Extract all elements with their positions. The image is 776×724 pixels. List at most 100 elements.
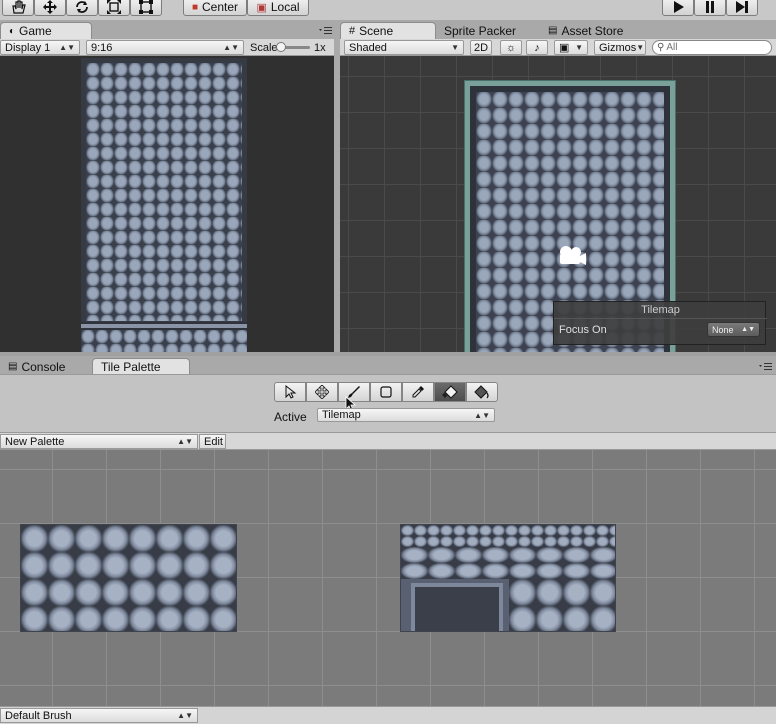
fill-button[interactable]: [466, 382, 498, 402]
scene-tabstrip: # Scene Sprite Packer ▤ Asset Store: [340, 20, 776, 39]
scene-toolbar: Shaded ▼ 2D ☼ ♪ ▣ ▼ Gizmos ▼ ⚲: [340, 39, 776, 56]
toggle-2d-button[interactable]: 2D: [470, 40, 492, 55]
scale-icon: [107, 0, 121, 14]
box-fill-button[interactable]: [370, 382, 402, 402]
picker-button[interactable]: [402, 382, 434, 402]
tab-scene[interactable]: # Scene: [340, 22, 436, 39]
palette-grid[interactable]: [0, 450, 776, 706]
active-tilemap-value: Tilemap: [322, 409, 361, 421]
active-tilemap-dropdown[interactable]: Tilemap ▲▼: [317, 408, 495, 422]
tab-tile-palette-label: Tile Palette: [101, 360, 161, 374]
sun-icon: ☼: [505, 41, 517, 54]
shading-dropdown[interactable]: Shaded ▼: [344, 40, 464, 55]
wall-corner-tile: [411, 583, 503, 631]
pause-icon: [706, 1, 714, 13]
effects-dropdown[interactable]: ▣ ▼: [554, 40, 588, 55]
tile-palette-toolbar: Active Tilemap ▲▼: [0, 374, 776, 432]
dropdown-arrow-icon: ▼: [451, 43, 459, 52]
rotate-tool-button[interactable]: [66, 0, 98, 16]
brush-dropdown[interactable]: Default Brush ▲▼: [0, 708, 198, 723]
space-label: Local: [270, 0, 300, 14]
overlay-divider: [554, 318, 767, 319]
scale-slider[interactable]: [276, 42, 310, 52]
lighting-toggle[interactable]: ☼: [500, 40, 522, 55]
scale-value: 1x: [314, 42, 326, 54]
step-button[interactable]: [726, 0, 758, 16]
edit-palette-button[interactable]: Edit: [199, 434, 226, 449]
move-selection-button[interactable]: [306, 382, 338, 402]
select-tool-button[interactable]: [274, 382, 306, 402]
gizmos-dropdown[interactable]: Gizmos ▼: [594, 40, 646, 55]
updown-arrow-icon: ▲▼: [741, 326, 755, 333]
audio-toggle[interactable]: ♪: [526, 40, 548, 55]
move-tool-icon: [315, 385, 329, 399]
brush-name: Default Brush: [5, 709, 72, 722]
game-tabstrip: ◐ Game: [0, 20, 336, 39]
tab-asset-store-label: Asset Store: [561, 23, 624, 38]
aspect-dropdown[interactable]: 9:16 ▲▼: [86, 40, 244, 55]
tab-sprite-packer-label: Sprite Packer: [444, 23, 517, 38]
shading-value: Shaded: [349, 41, 387, 54]
scale-slider-thumb[interactable]: [276, 42, 286, 52]
tab-game[interactable]: ◐ Game: [0, 22, 92, 39]
dropdown-arrow-icon: ▼: [636, 43, 645, 52]
play-button[interactable]: [662, 0, 694, 16]
camera-gizmo-icon[interactable]: [556, 244, 588, 271]
pivot-local-button[interactable]: ▣ Local: [247, 0, 309, 16]
panel-menu-icon[interactable]: [318, 25, 332, 38]
tab-console[interactable]: ▤ Console: [0, 358, 90, 375]
wall-middle-row: [401, 547, 615, 579]
game-icon: ◐: [9, 25, 16, 37]
step-icon: [736, 1, 748, 13]
game-floor-tiles: [81, 58, 247, 326]
main-toolbar: ■ Center ▣ Local: [0, 0, 776, 20]
active-label: Active: [274, 410, 307, 424]
game-view[interactable]: [0, 56, 334, 352]
updown-arrow-icon: ▲▼: [474, 410, 490, 420]
select-icon: [285, 385, 297, 399]
updown-arrow-icon: ▲▼: [223, 43, 239, 52]
floor-tile-block[interactable]: [20, 524, 237, 632]
pivot-label: Center: [202, 0, 239, 14]
tab-tile-palette[interactable]: Tile Palette: [92, 358, 190, 375]
eraser-button[interactable]: [434, 382, 466, 402]
updown-arrow-icon: ▲▼: [177, 437, 193, 446]
eraser-icon: [442, 385, 458, 399]
scale-tool-button[interactable]: [98, 0, 130, 16]
speaker-icon: ♪: [534, 41, 540, 54]
pivot-icon: ■: [191, 1, 198, 13]
tilemap-overlay-title: Tilemap: [641, 304, 680, 316]
image-icon: ▣: [559, 42, 570, 54]
game-wall-edge: [81, 322, 247, 330]
rect-tool-button[interactable]: [130, 0, 162, 16]
focus-on-dropdown[interactable]: None ▲▼: [707, 322, 760, 337]
play-icon: [674, 1, 684, 13]
search-icon: ⚲: [657, 42, 665, 53]
scale-label: Scale: [250, 42, 278, 54]
aspect-value: 9:16: [91, 41, 113, 54]
hand-tool-button[interactable]: [2, 0, 34, 16]
display-dropdown[interactable]: Display 1 ▲▼: [0, 40, 80, 55]
fill-icon: [474, 385, 489, 399]
grid-icon: #: [349, 25, 356, 37]
scene-search[interactable]: ⚲: [652, 40, 772, 55]
hand-icon: [12, 0, 26, 14]
pause-button[interactable]: [694, 0, 726, 16]
tab-console-label: Console: [21, 359, 66, 374]
console-icon: ▤: [8, 361, 18, 372]
palette-dropdown[interactable]: New Palette ▲▼: [0, 434, 198, 449]
focus-on-value: None: [712, 324, 734, 335]
rotate-icon: [76, 1, 88, 13]
tab-sprite-packer[interactable]: Sprite Packer: [436, 22, 532, 39]
panel-menu-icon[interactable]: [758, 361, 772, 374]
rect-tool-icon: [139, 0, 153, 14]
wall-tile-block[interactable]: [400, 524, 616, 632]
move-tool-button[interactable]: [34, 0, 66, 16]
scene-search-input[interactable]: [664, 42, 759, 53]
tab-asset-store[interactable]: ▤ Asset Store: [540, 22, 640, 39]
tab-scene-label: Scene: [359, 24, 394, 38]
pivot-center-button[interactable]: ■ Center: [183, 0, 247, 16]
tilemap-overlay: Tilemap Focus On None ▲▼: [553, 301, 767, 345]
gizmos-label: Gizmos: [599, 41, 637, 54]
palette-name: New Palette: [5, 435, 65, 448]
